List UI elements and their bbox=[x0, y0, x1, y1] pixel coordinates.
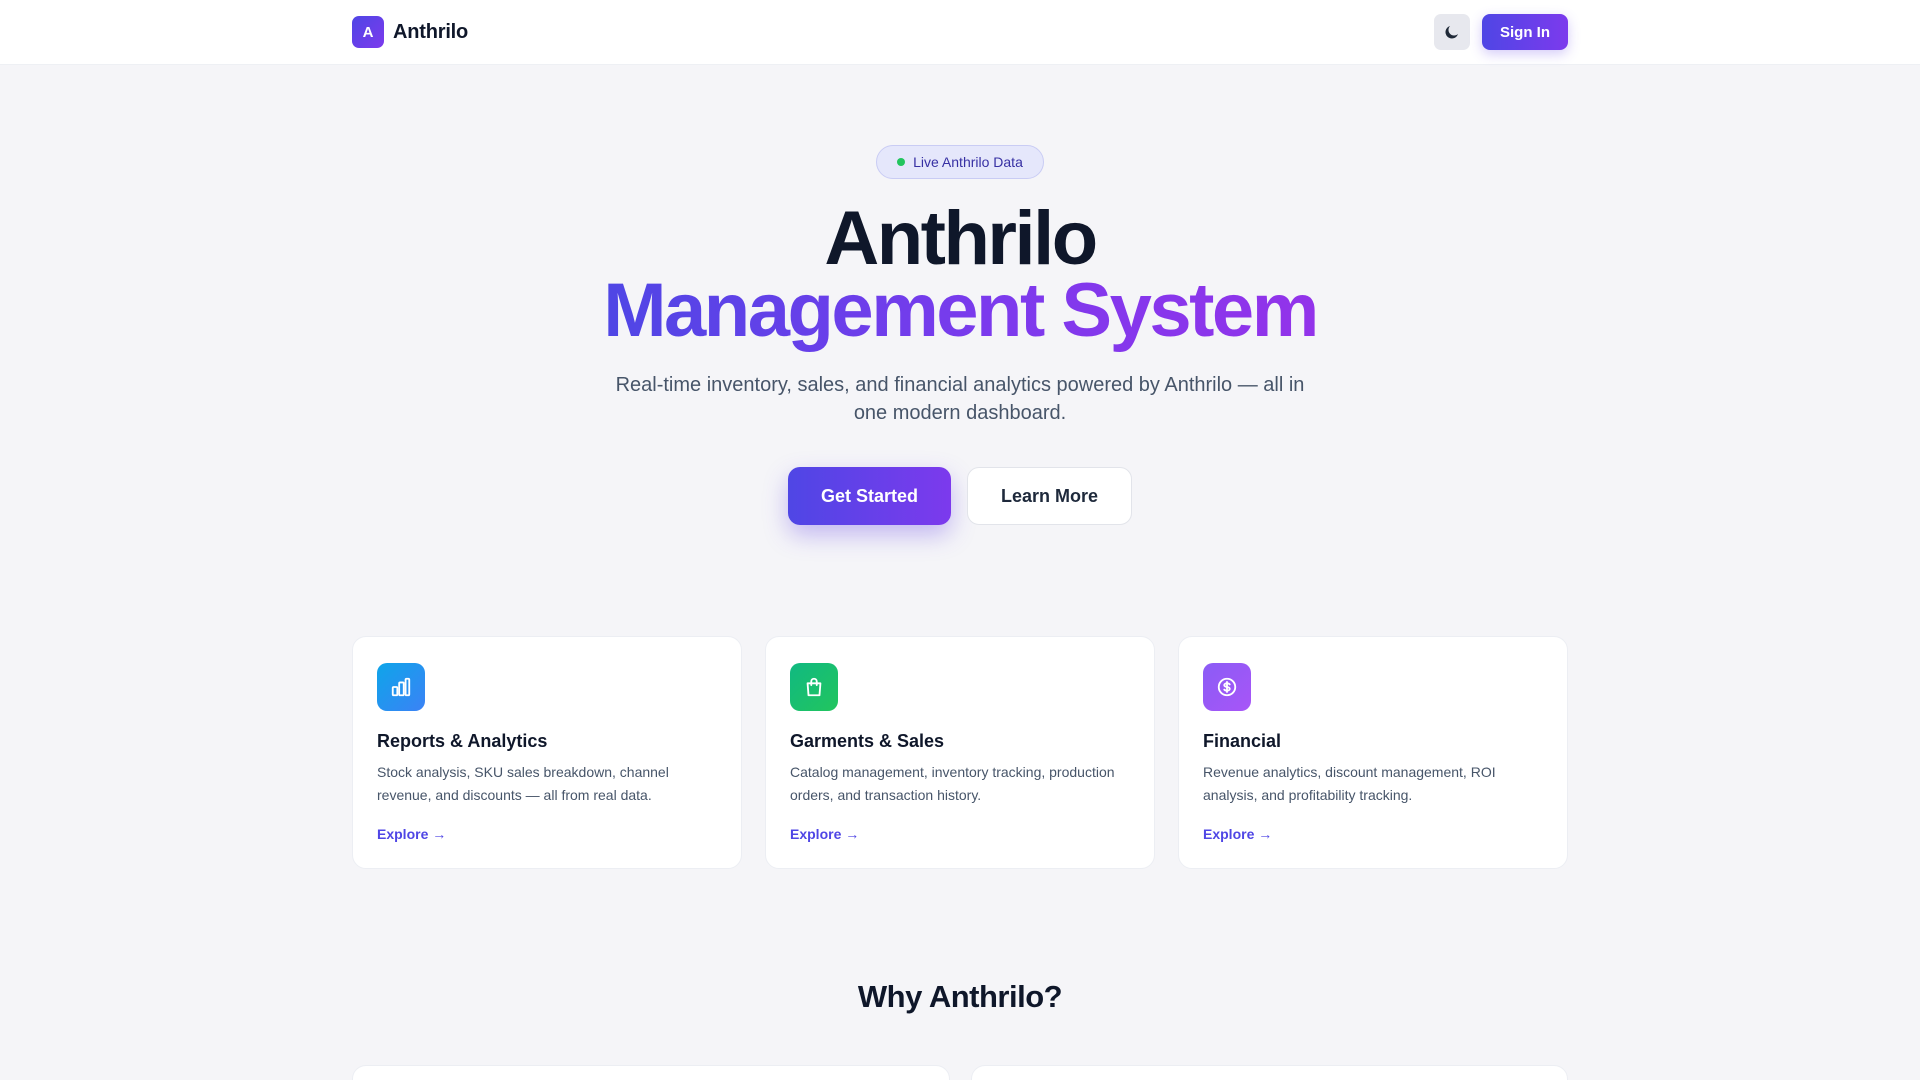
hero-title-line2: Management System bbox=[0, 266, 1920, 356]
feature-title: Garments & Sales bbox=[790, 731, 945, 751]
live-data-badge: Live Anthrilo Data bbox=[876, 145, 1044, 179]
moon-icon bbox=[1445, 26, 1458, 39]
hero-subtitle: Real-time inventory, sales, and financia… bbox=[615, 374, 1305, 424]
feature-description: Revenue analytics, discount management, … bbox=[1203, 764, 1496, 803]
shopping-bag-icon bbox=[790, 663, 838, 711]
feature-card-reports: Reports & Analytics Stock analysis, SKU … bbox=[352, 636, 742, 869]
explore-reports-link[interactable]: Explore → bbox=[377, 826, 446, 842]
feature-description: Catalog management, inventory tracking, … bbox=[790, 764, 1115, 803]
explore-garments-link[interactable]: Explore → bbox=[790, 826, 859, 842]
feature-title: Financial bbox=[1203, 731, 1282, 751]
why-card bbox=[352, 1065, 950, 1080]
hero-title-gradient-text: Management System bbox=[603, 268, 1319, 353]
feature-card-garments: Garments & Sales Catalog management, inv… bbox=[765, 636, 1155, 869]
top-navbar: A Anthrilo Sign In bbox=[0, 0, 1920, 65]
theme-toggle-button[interactable] bbox=[1434, 14, 1470, 50]
why-section-title: Why Anthrilo? bbox=[857, 979, 1063, 1014]
brand-name: Anthrilo bbox=[393, 20, 469, 43]
explore-financial-link[interactable]: Explore → bbox=[1203, 826, 1272, 842]
feature-card-financial: Financial Revenue analytics, discount ma… bbox=[1178, 636, 1568, 869]
bar-chart-icon bbox=[377, 663, 425, 711]
brand[interactable]: A Anthrilo bbox=[352, 16, 468, 48]
brand-logo: A bbox=[352, 16, 384, 48]
why-card bbox=[971, 1065, 1568, 1080]
feature-title: Reports & Analytics bbox=[377, 731, 548, 751]
live-status-dot bbox=[897, 158, 906, 166]
learn-more-button[interactable]: Learn More bbox=[967, 467, 1132, 525]
sign-in-button[interactable]: Sign In bbox=[1482, 14, 1568, 50]
dollar-circle-icon bbox=[1203, 663, 1251, 711]
get-started-button[interactable]: Get Started bbox=[788, 467, 951, 525]
feature-description: Stock analysis, SKU sales breakdown, cha… bbox=[377, 764, 669, 803]
live-data-badge-label: Live Anthrilo Data bbox=[913, 154, 1023, 170]
